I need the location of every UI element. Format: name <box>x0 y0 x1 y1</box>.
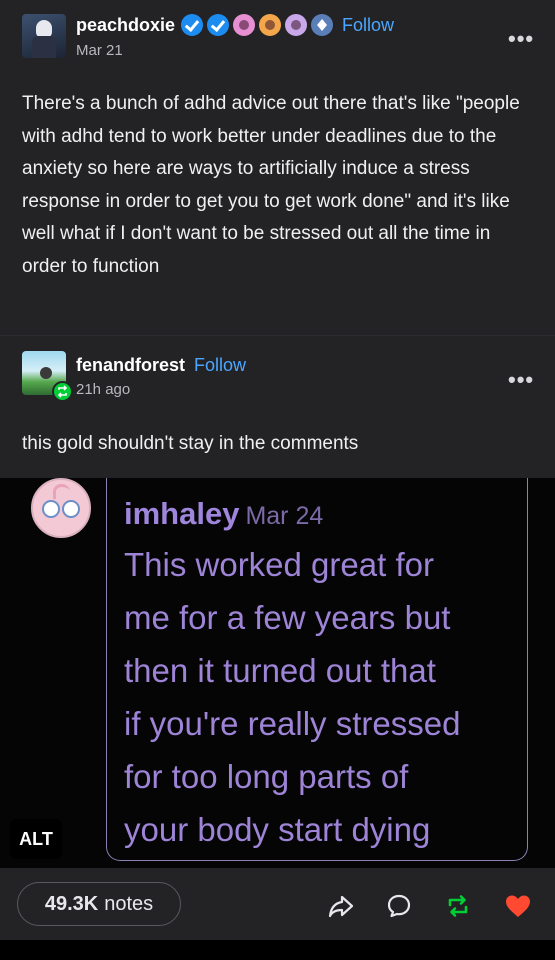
avatar-curl <box>53 484 70 499</box>
verified-check-icon[interactable] <box>181 14 204 36</box>
avatar-eye <box>42 500 60 518</box>
notes-count: 49.3K <box>44 892 99 915</box>
verified-check-icon[interactable] <box>207 14 230 36</box>
post-more-options-icon[interactable]: ••• <box>508 26 534 52</box>
jigglypuff-avatar <box>31 478 91 538</box>
paw-badge-icon[interactable] <box>285 14 308 36</box>
comment-line: This worked great for <box>124 546 434 583</box>
reblog-badge-icon <box>52 381 73 402</box>
comment-line: if you're really stressed <box>124 705 461 742</box>
comment-username: imhaley Mar 24 <box>124 496 323 532</box>
post-date: Mar 21 <box>76 42 123 59</box>
post-body-text: There's a bunch of adhd advice out there… <box>22 93 520 277</box>
like-heart-icon[interactable] <box>503 891 533 921</box>
comment-line: then it turned out that <box>124 652 436 689</box>
avatar-figure-body <box>32 36 56 58</box>
share-icon[interactable] <box>326 891 356 921</box>
comment-line: for too long parts of <box>124 758 409 795</box>
paw-badge-icon[interactable] <box>259 14 282 36</box>
comment-username-text: imhaley <box>124 496 240 531</box>
alt-text-button[interactable]: ALT <box>10 819 62 859</box>
notes-label: notes <box>104 892 154 915</box>
avatar-figure <box>40 367 52 379</box>
comment-line: me for a few years but <box>124 599 451 636</box>
notes-button[interactable]: 49.3K notes <box>17 882 181 926</box>
reblog-more-options-icon[interactable]: ••• <box>508 367 534 393</box>
post-header: peachdoxie Follow <box>76 14 394 36</box>
reblog-header: fenandforest Follow <box>76 355 246 376</box>
comment-text: This worked great for me for a few years… <box>124 538 524 856</box>
comment-icon[interactable] <box>384 891 414 921</box>
avatar-eye <box>62 500 80 518</box>
comment-line: your body start dying <box>124 811 431 848</box>
reblog-username[interactable]: fenandforest <box>76 355 185 376</box>
comment-date: Mar 24 <box>245 502 324 530</box>
post-username[interactable]: peachdoxie <box>76 15 175 36</box>
reblog-time: 21h ago <box>76 381 131 398</box>
reblog-icon[interactable] <box>443 891 473 921</box>
paw-badge-icon[interactable] <box>233 14 256 36</box>
reblog-body-text: this gold shouldn't stay in the comments <box>22 433 359 454</box>
screen-bottom-bar <box>0 940 555 960</box>
crystal-badge-icon[interactable] <box>311 14 334 36</box>
post-follow-button[interactable]: Follow <box>342 15 394 36</box>
reblog-follow-button[interactable]: Follow <box>194 355 246 376</box>
peachdoxie-avatar[interactable] <box>22 14 66 58</box>
